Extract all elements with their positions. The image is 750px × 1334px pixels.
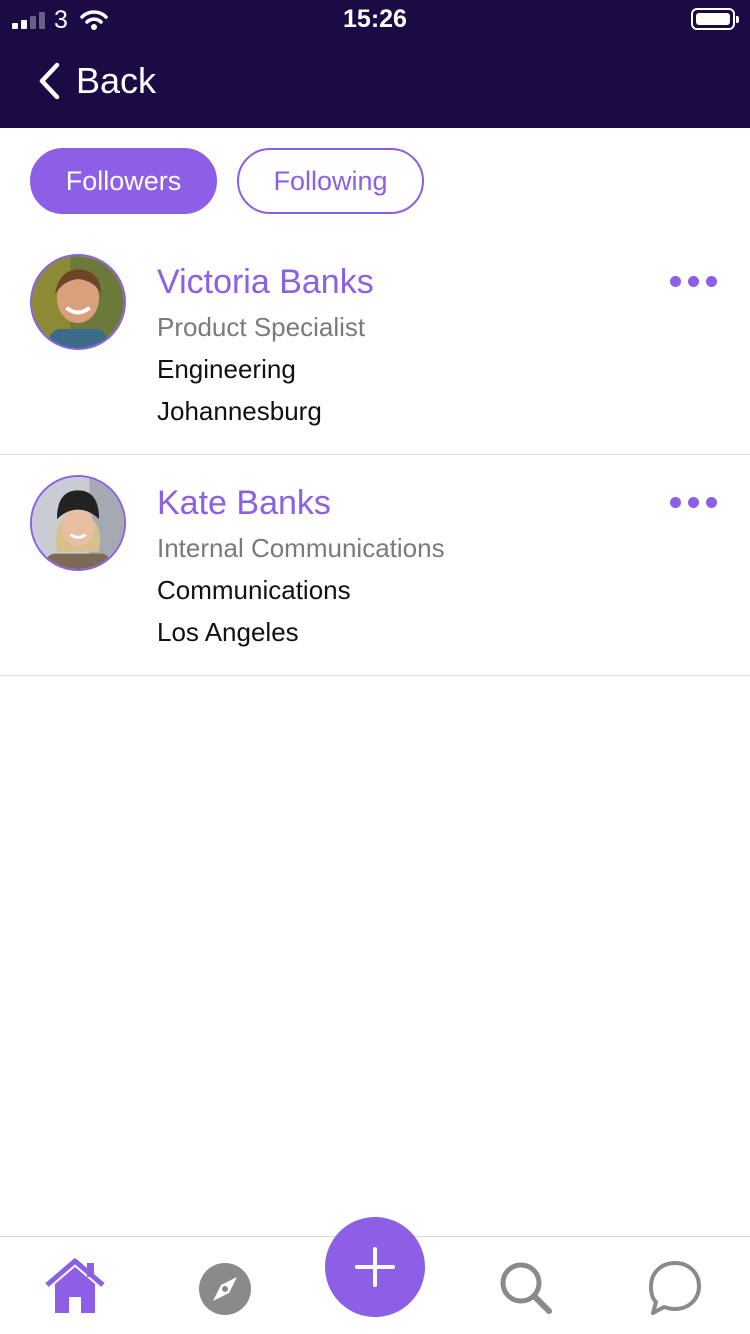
back-button[interactable]: Back xyxy=(36,60,156,102)
people-list: Victoria Banks Product Specialist Engine… xyxy=(0,234,750,676)
avatar-photo xyxy=(32,256,124,348)
plus-icon xyxy=(355,1247,395,1287)
status-bar: 3 15:26 xyxy=(0,0,750,40)
back-label: Back xyxy=(76,60,157,101)
tab-following[interactable]: Following xyxy=(237,148,424,214)
person-name[interactable]: Kate Banks xyxy=(157,483,445,523)
avatar-photo xyxy=(32,477,124,569)
person-location: Los Angeles xyxy=(157,617,299,647)
chevron-left-icon xyxy=(39,62,60,100)
chat-icon[interactable] xyxy=(645,1257,705,1317)
ellipsis-icon xyxy=(670,497,681,508)
more-options-button[interactable] xyxy=(666,272,721,291)
list-item[interactable]: Victoria Banks Product Specialist Engine… xyxy=(0,234,750,455)
person-name[interactable]: Victoria Banks xyxy=(157,262,374,302)
person-info: Victoria Banks Product Specialist Engine… xyxy=(157,262,374,428)
clock: 15:26 xyxy=(343,5,407,33)
person-location: Johannesburg xyxy=(157,396,322,426)
person-department: Communications xyxy=(157,575,351,605)
person-info: Kate Banks Internal Communications Commu… xyxy=(157,483,445,649)
list-item[interactable]: Kate Banks Internal Communications Commu… xyxy=(0,455,750,676)
search-icon[interactable] xyxy=(495,1257,555,1317)
person-department: Engineering xyxy=(157,354,296,384)
person-title: Product Specialist xyxy=(157,312,366,342)
home-icon[interactable] xyxy=(45,1257,105,1317)
add-button[interactable] xyxy=(325,1217,425,1317)
app-header: 3 15:26 Back xyxy=(0,0,750,128)
person-title: Internal Communications xyxy=(157,533,445,563)
ellipsis-icon xyxy=(670,276,681,287)
avatar xyxy=(30,254,126,350)
avatar xyxy=(30,475,126,571)
more-options-button[interactable] xyxy=(666,493,721,512)
battery-icon xyxy=(691,8,739,30)
tab-followers[interactable]: Followers xyxy=(30,148,217,214)
compass-icon[interactable] xyxy=(195,1257,255,1317)
